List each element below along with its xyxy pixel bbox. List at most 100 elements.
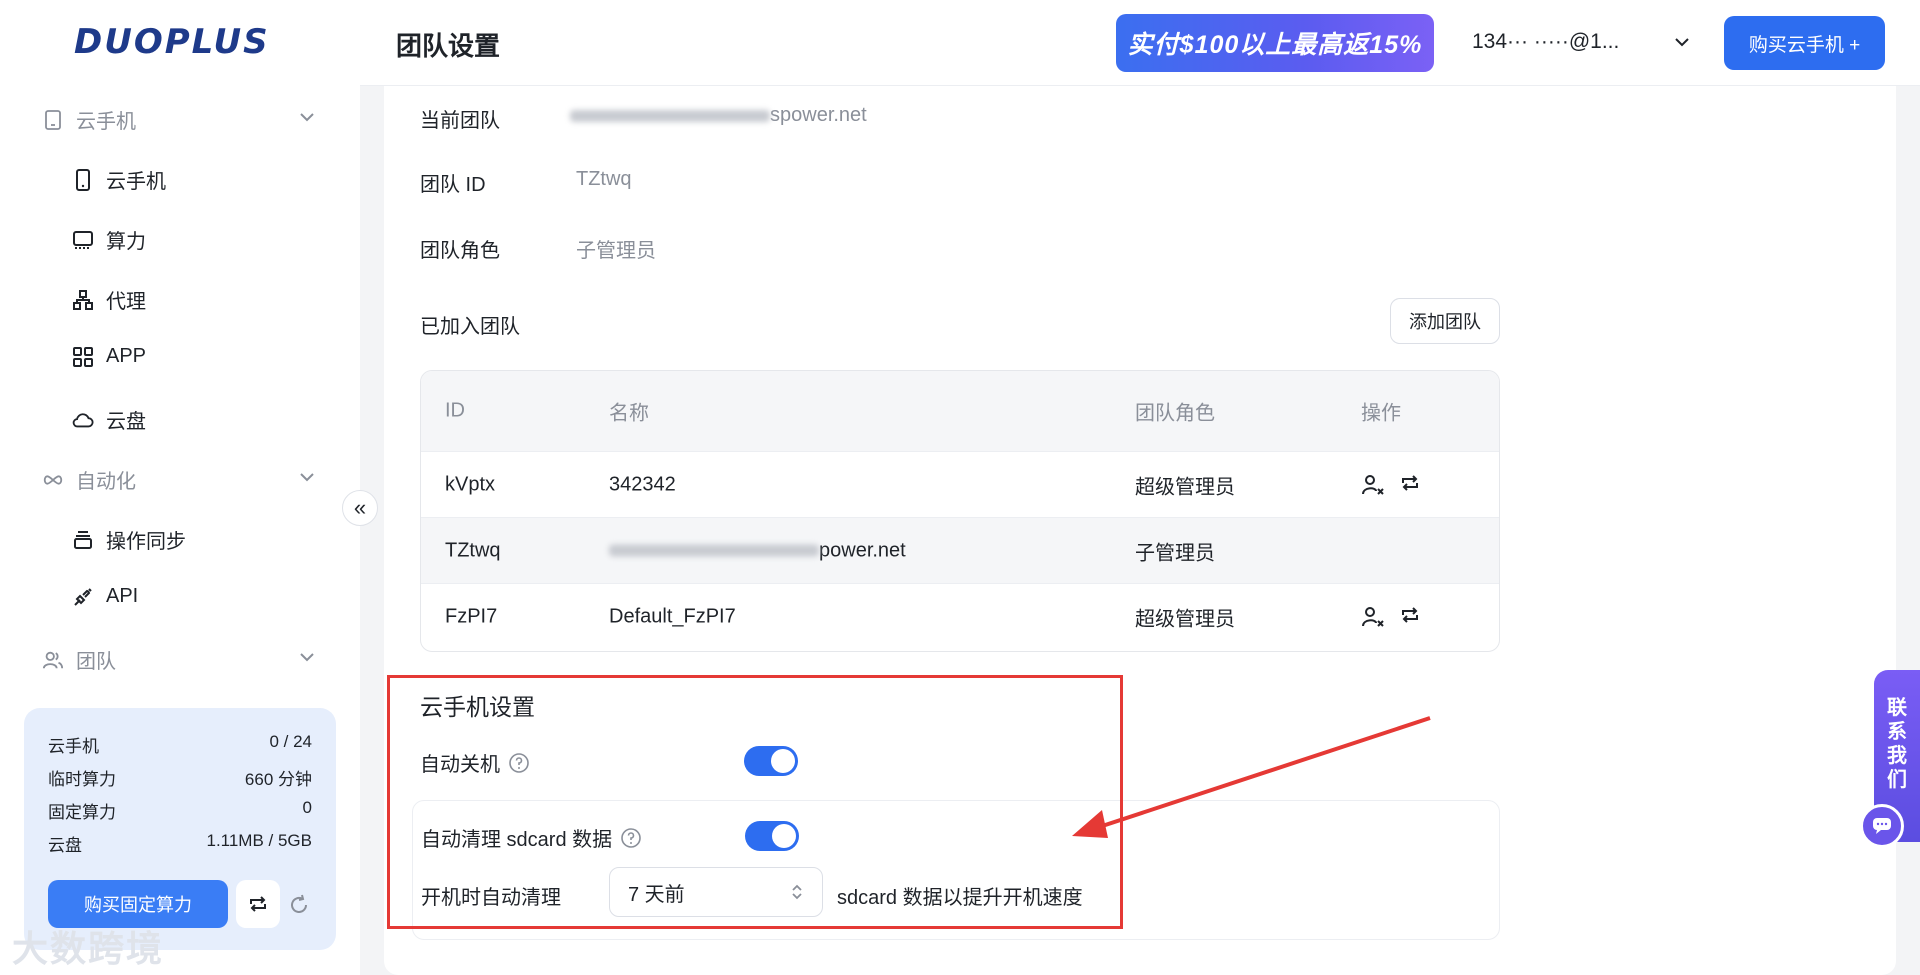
nav-group-label: 团队	[76, 651, 116, 673]
refresh-button[interactable]	[286, 892, 312, 918]
current-team-label: 当前团队	[420, 110, 500, 132]
row-name: Default_FzPI7	[609, 605, 736, 627]
sidebar-item-label: APP	[106, 345, 147, 367]
collapse-sidebar-button[interactable]: «	[342, 490, 378, 526]
row-name-domain: power.net	[819, 539, 906, 561]
sidebar-item-label: API	[106, 585, 139, 607]
header-name: 名称	[609, 402, 649, 425]
row-id: FzPI7	[445, 605, 498, 627]
row-name: 342342	[609, 473, 676, 495]
sidebar: DUOPLUS 云手机 云手机 算力 代理 APP 云盘 自动化 操作同步 AP…	[0, 0, 360, 975]
usage-value: 660 分钟	[244, 770, 312, 789]
current-team-domain: spower.net	[770, 104, 867, 126]
row-id: kVptx	[445, 473, 496, 495]
network-icon	[72, 289, 94, 311]
team-icon	[42, 649, 64, 671]
chevron-down-icon	[300, 653, 314, 662]
sidebar-item-label: 云盘	[106, 411, 146, 433]
current-team-value: spower.net	[570, 104, 867, 127]
row-name: power.net	[609, 539, 906, 562]
plug-icon	[72, 586, 94, 608]
table-header: ID 名称 团队角色 操作	[421, 371, 1499, 451]
contact-char: 系	[1887, 721, 1907, 743]
promo-banner[interactable]: 实付$100以上最高返15%	[1116, 14, 1434, 72]
watermark: 大数跨境	[12, 928, 165, 969]
user-email[interactable]: 134··· ·····@1...	[1472, 30, 1619, 54]
nav-group-team[interactable]: 团队	[42, 645, 314, 674]
swap-icon[interactable]	[1399, 474, 1421, 492]
usage-value: 0 / 24	[269, 732, 312, 751]
row-role: 子管理员	[1135, 542, 1215, 564]
usage-row-phones: 云手机 0 / 24	[48, 732, 312, 757]
swap-icon[interactable]	[1399, 606, 1421, 624]
usage-card: 云手机 0 / 24 临时算力 660 分钟 固定算力 0 云盘 1.11MB …	[24, 708, 336, 950]
usage-value: 1.11MB / 5GB	[206, 831, 312, 850]
sidebar-item-label: 代理	[106, 291, 146, 313]
row-ops	[1361, 606, 1421, 628]
cloud-icon	[72, 409, 94, 431]
chevron-down-icon	[300, 473, 314, 482]
double-chevron-left-icon: «	[353, 495, 367, 520]
chevron-down-icon	[300, 113, 314, 122]
table-row: TZtwq power.net 子管理员	[421, 517, 1499, 583]
sidebar-item-cloud-disk[interactable]: 云盘	[72, 405, 146, 434]
team-role-value: 子管理员	[576, 240, 656, 262]
team-id-value: TZtwq	[576, 168, 632, 190]
refresh-icon	[291, 894, 307, 913]
nav-group-label: 自动化	[76, 471, 136, 493]
remove-member-icon[interactable]	[1361, 606, 1385, 628]
header-role: 团队角色	[1135, 402, 1215, 425]
chat-icon	[1873, 818, 1891, 834]
add-team-button[interactable]: 添加团队	[1390, 298, 1500, 344]
sidebar-item-app[interactable]: APP	[72, 345, 146, 368]
sidebar-item-label: 操作同步	[106, 531, 186, 553]
remove-member-icon[interactable]	[1361, 474, 1385, 496]
highlight-box	[387, 675, 1123, 929]
sidebar-item-cloud-phone[interactable]: 云手机	[72, 165, 166, 194]
contact-char: 们	[1887, 769, 1907, 791]
app-logo[interactable]: DUOPLUS	[74, 22, 270, 62]
nav-group-automation[interactable]: 自动化	[42, 465, 314, 494]
nav-group-label: 云手机	[76, 111, 136, 133]
table-row: FzPI7 Default_FzPI7 超级管理员	[421, 583, 1499, 649]
switch-button[interactable]	[236, 880, 280, 928]
header-ops: 操作	[1361, 402, 1401, 425]
header: 团队设置 实付$100以上最高返15% 134··· ·····@1... 购买…	[360, 0, 1920, 86]
usage-label: 固定算力	[48, 803, 116, 822]
contact-char: 我	[1887, 745, 1907, 767]
header-id: ID	[445, 399, 465, 422]
team-table: ID 名称 团队角色 操作 kVptx 342342 超级管理员 TZtwq p…	[420, 370, 1500, 652]
sidebar-item-proxy[interactable]: 代理	[72, 285, 146, 314]
joined-teams-label: 已加入团队	[420, 316, 520, 338]
usage-label: 临时算力	[48, 770, 116, 789]
annotation-arrow	[1072, 716, 1431, 838]
usage-label: 云手机	[48, 737, 99, 756]
usage-label: 云盘	[48, 836, 82, 855]
grid-icon	[72, 346, 94, 368]
table-row: kVptx 342342 超级管理员	[421, 451, 1499, 517]
phone-icon	[72, 168, 94, 191]
usage-row-temp-compute: 临时算力 660 分钟	[48, 765, 312, 790]
sidebar-item-label: 算力	[106, 231, 146, 253]
nav-group-cloud-phone[interactable]: 云手机	[42, 105, 314, 134]
infinity-icon	[42, 469, 64, 491]
redacted-text	[570, 109, 770, 122]
redacted-text	[609, 544, 819, 557]
row-ops	[1361, 474, 1421, 496]
team-id-label: 团队 ID	[420, 174, 486, 196]
page-title: 团队设置	[396, 31, 501, 61]
sidebar-item-api[interactable]: API	[72, 585, 138, 608]
monitor-icon	[72, 229, 94, 251]
chat-bubble-button[interactable]	[1860, 804, 1904, 848]
buy-cloud-phone-button[interactable]: 购买云手机 +	[1724, 16, 1885, 70]
usage-row-disk: 云盘 1.11MB / 5GB	[48, 831, 312, 856]
sidebar-item-label: 云手机	[106, 171, 166, 193]
row-role: 超级管理员	[1135, 608, 1235, 630]
sidebar-item-sync[interactable]: 操作同步	[72, 525, 186, 554]
stack-icon	[72, 529, 94, 551]
chevron-down-icon[interactable]	[1672, 32, 1692, 52]
row-role: 超级管理员	[1135, 476, 1235, 498]
sidebar-item-compute[interactable]: 算力	[72, 225, 146, 254]
usage-row-fixed-compute: 固定算力 0	[48, 798, 312, 823]
usage-value: 0	[302, 798, 312, 817]
